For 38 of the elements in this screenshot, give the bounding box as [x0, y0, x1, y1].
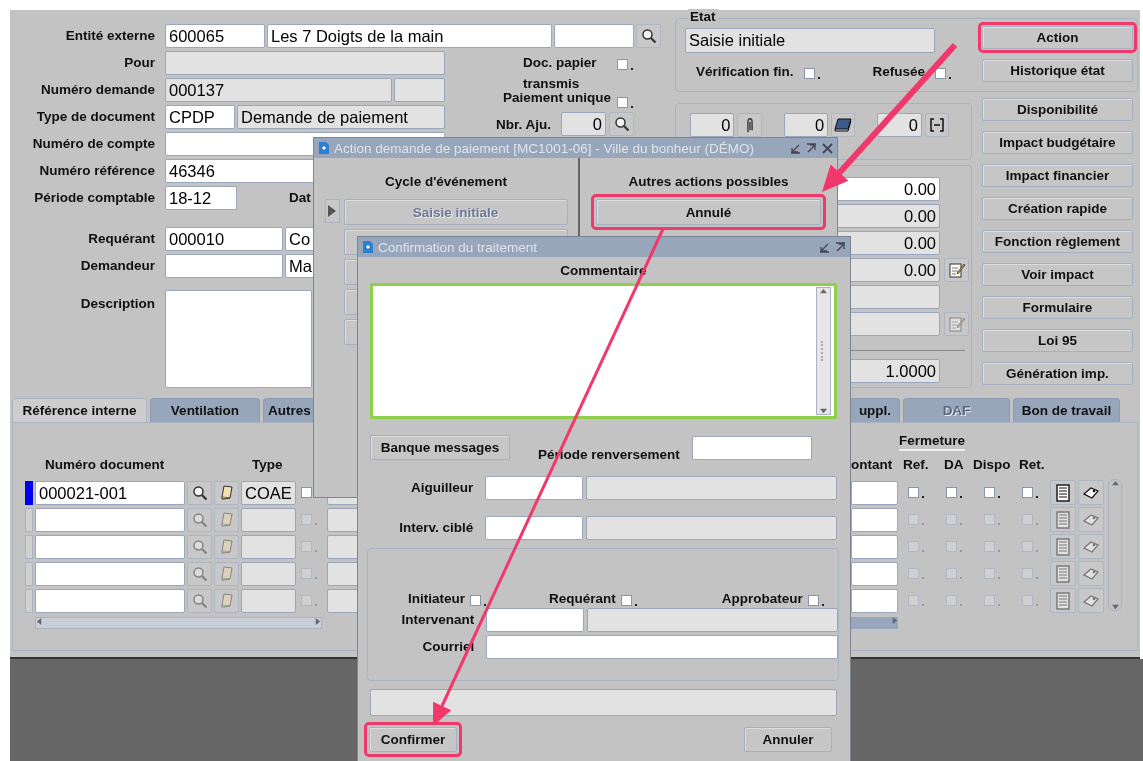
field-label: Numéro de compte [31, 136, 155, 151]
section-title: Autres actions possibles [628, 174, 789, 189]
field-label: Intervenant [400, 612, 475, 627]
checkbox-label: Vérification fin. [696, 64, 794, 79]
field-label: Interv. ciblé [398, 520, 474, 535]
column-group-header: Fermeture [899, 433, 966, 451]
field-label: Entité externe [64, 28, 155, 43]
field-label: Nbr. Aju. [496, 116, 551, 132]
status-field: Saisie initiale [685, 28, 935, 53]
table-cell: COAE [241, 480, 296, 505]
column-header: Ret. [1019, 457, 1045, 472]
counter-field: 0 [690, 113, 735, 137]
field-label: Période comptable [33, 190, 155, 205]
counter-field: 0 [783, 113, 829, 137]
checkbox-label: Refusée [872, 64, 926, 79]
field-label: Numéro demande [39, 82, 155, 97]
checkbox-label: Paiement unique [502, 90, 611, 105]
checkbox-label: Doc. papier transmis [523, 54, 598, 93]
field-label: Demandeur [79, 258, 155, 273]
column-header: Dispo [973, 457, 1011, 472]
window-title: Confirmation du traitement [378, 239, 538, 255]
column-header: DA [944, 457, 964, 472]
column-header: Type [252, 457, 283, 472]
field-label: Numéro référence [38, 163, 155, 178]
field-label: Aiguilleur [410, 480, 474, 495]
window-title: Action demande de paiement [MC1001-06] - Ville du bonheur (DÉMO) [334, 140, 754, 156]
field-label: Dat [289, 190, 311, 205]
checkbox-label: Initiateur [408, 591, 465, 606]
group-title: Etat [688, 9, 718, 24]
checkbox-label: Requérant [549, 591, 616, 606]
field-label: Description [79, 296, 155, 311]
field-label: Pour [123, 55, 155, 70]
column-header: Numéro document [45, 457, 165, 472]
column-header: Ref. [903, 457, 929, 472]
field-label: Requérant [87, 231, 155, 246]
checkbox-label: Approbateur [721, 591, 803, 606]
column-header: ontant [851, 457, 893, 472]
field-label: Type de document [35, 109, 155, 124]
